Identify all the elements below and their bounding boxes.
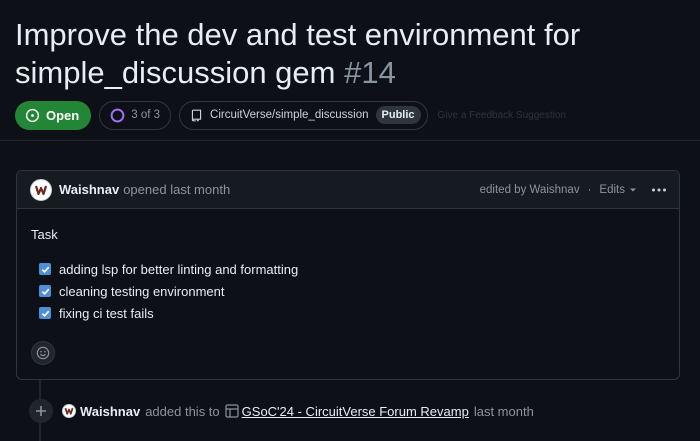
add-reaction-button[interactable] (31, 341, 55, 365)
issue-title-text: Improve the dev and test environment for… (15, 17, 581, 90)
project-link[interactable]: GSoC'24 - CircuitVerse Forum Revamp (242, 404, 469, 419)
header-divider (0, 140, 700, 141)
progress-label: 3 of 3 (131, 109, 161, 121)
comment-header-actions: edited by Waishnav · Edits (480, 182, 667, 198)
timeline-badge (29, 399, 53, 423)
task-item: adding lsp for better linting and format… (39, 258, 665, 280)
plus-icon (36, 406, 46, 416)
timeline-time: last month (473, 403, 534, 419)
progress-ring-icon (110, 108, 125, 122)
issue-body-comment: Waishnav opened last month edited by Wai… (16, 170, 680, 380)
task-list: adding lsp for better linting and format… (31, 258, 665, 324)
issue-number: #14 (344, 55, 396, 90)
comment-action: opened last month (123, 182, 231, 197)
issue-open-icon (25, 108, 40, 122)
edits-label: Edits (599, 183, 625, 196)
avatar-logo-icon (34, 185, 48, 195)
smiley-icon (36, 346, 50, 360)
timeline-action: added this to (145, 403, 220, 419)
dot-separator: · (587, 183, 592, 196)
edited-by-link[interactable]: edited by Waishnav (480, 184, 580, 196)
task-heading: Task (31, 227, 58, 242)
check-icon (41, 310, 49, 317)
state-badge-open[interactable]: Open (15, 100, 92, 130)
comment-header: Waishnav opened last month edited by Wai… (17, 171, 679, 209)
task-label: cleaning testing environment (59, 283, 225, 299)
kebab-horizontal-icon[interactable] (651, 182, 667, 198)
check-icon (41, 288, 49, 295)
timeline-author[interactable]: Waishnav (80, 404, 140, 419)
task-item: cleaning testing environment (39, 280, 665, 302)
task-checkbox[interactable] (39, 263, 51, 275)
task-checkbox[interactable] (39, 307, 51, 319)
avatar[interactable] (30, 178, 52, 201)
issue-meta-row: Open 3 of 3 CircuitVerse/simple_discussi… (15, 100, 566, 130)
table-icon (225, 404, 239, 418)
faded-label: Give a Feedback Suggestion (437, 109, 566, 121)
issue-page: Improve the dev and test environment for… (0, 0, 700, 441)
chevron-down-icon (630, 188, 636, 191)
task-label: adding lsp for better linting and format… (59, 261, 299, 277)
timeline-event-project-added: Waishnav added this to GSoC'24 - Circuit… (29, 399, 534, 423)
comment-body: Task adding lsp for better linting and f… (17, 209, 679, 342)
edits-dropdown[interactable]: Edits (599, 184, 637, 196)
repository-name: CircuitVerse/simple_discussion (210, 109, 369, 121)
task-checkbox[interactable] (39, 285, 51, 297)
task-label: fixing ci test fails (59, 305, 154, 321)
issue-title: Improve the dev and test environment for… (15, 16, 685, 92)
state-label: Open (46, 107, 80, 123)
sub-issues-progress[interactable]: 3 of 3 (99, 100, 172, 130)
repo-icon (191, 109, 202, 122)
task-item: fixing ci test fails (39, 302, 665, 324)
avatar[interactable] (62, 404, 76, 418)
visibility-badge: Public (375, 106, 421, 124)
comment-author[interactable]: Waishnav (59, 182, 119, 197)
avatar-logo-icon (64, 407, 74, 415)
repository-link[interactable]: CircuitVerse/simple_discussion Public (179, 100, 428, 130)
check-icon (41, 266, 49, 273)
